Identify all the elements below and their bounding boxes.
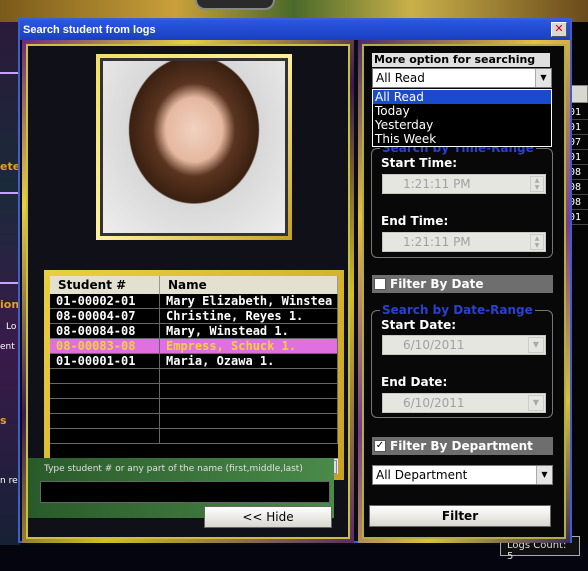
background-fragment: ent [0, 342, 15, 352]
close-icon[interactable]: ✕ [551, 22, 567, 37]
student-number-cell: 08-00004-07 [50, 309, 160, 323]
dropdown-option[interactable]: All Read [373, 90, 551, 104]
student-grid[interactable]: Student # Name 01-00002-01 Mary Elizabeth… [50, 276, 338, 474]
student-photo-frame [96, 54, 292, 240]
table-row[interactable] [50, 429, 338, 444]
hide-button[interactable]: << Hide [204, 506, 332, 528]
start-time-value: 1:21:11 PM [403, 177, 471, 191]
student-number-cell [50, 399, 160, 413]
student-number-cell [50, 369, 160, 383]
table-row[interactable]: 08-00083-08 Empress, Schuck 1. [50, 339, 338, 354]
table-row[interactable] [50, 414, 338, 429]
student-number-cell [50, 429, 160, 443]
dropdown-option[interactable]: Yesterday [373, 118, 551, 132]
start-date-label: Start Date: [381, 318, 457, 332]
dropdown-option[interactable]: Today [373, 104, 551, 118]
student-name-cell: Mary, Winstead 1. [160, 324, 338, 338]
column-header-name[interactable]: Name [160, 276, 338, 294]
table-row[interactable] [50, 384, 338, 399]
grid-header: Student # Name [50, 276, 338, 294]
dialog-title: Search student from logs [23, 24, 156, 36]
student-number-cell: 01-00001-01 [50, 354, 160, 368]
student-photo [100, 58, 288, 236]
chevron-down-icon[interactable]: ▼ [536, 466, 552, 484]
chevron-down-icon[interactable]: ▼ [528, 395, 544, 411]
dropdown-option[interactable]: This Week [373, 132, 551, 146]
background-fragment: Lo [6, 322, 17, 332]
more-options-label: More option for searching [372, 53, 550, 67]
background-left-panel: ete ion Lo ent s n re [0, 22, 20, 571]
checkbox-unchecked-icon[interactable] [374, 278, 386, 290]
student-name-cell: Christine, Reyes 1. [160, 309, 338, 323]
date-range-title: Search by Date-Range [380, 303, 535, 317]
read-filter-value: All Read [376, 71, 425, 85]
student-grid-frame: Student # Name 01-00002-01 Mary Elizabeth… [44, 270, 344, 480]
grid-rows: 01-00002-01 Mary Elizabeth, Winstea 08-000… [50, 294, 338, 444]
end-time-value: 1:21:11 PM [403, 235, 471, 249]
chevron-down-icon[interactable]: ▼ [535, 69, 551, 87]
spinner-icon[interactable]: ▲ ▼ [530, 234, 544, 250]
end-date-label: End Date: [381, 375, 448, 389]
start-date-field[interactable]: 6/10/2011 ▼ [382, 335, 546, 355]
student-number-cell [50, 414, 160, 428]
student-number-cell: 08-00084-08 [50, 324, 160, 338]
filter-by-date-checkbox[interactable]: Filter By Date [372, 275, 553, 293]
table-row[interactable]: 01-00001-01 Maria, Ozawa 1. [50, 354, 338, 369]
column-header-student-number[interactable]: Student # [50, 276, 160, 294]
student-name-cell [160, 384, 338, 398]
start-date-value: 6/10/2011 [403, 338, 465, 352]
background-fragment: n re [0, 476, 18, 486]
dialog-titlebar[interactable]: Search student from logs ✕ [20, 20, 570, 40]
search-input[interactable] [40, 481, 330, 503]
read-filter-select[interactable]: All Read ▼ [372, 68, 552, 88]
filter-by-date-label: Filter By Date [390, 277, 484, 291]
background-divider [0, 282, 20, 284]
chevron-down-icon[interactable]: ▼ [528, 337, 544, 353]
student-name-cell [160, 369, 338, 383]
read-filter-dropdown[interactable]: All Read Today Yesterday This Week [372, 89, 552, 147]
table-row[interactable] [50, 369, 338, 384]
department-select[interactable]: All Department ▼ [372, 465, 553, 485]
checkbox-checked-icon[interactable]: ✓ [374, 440, 386, 452]
end-time-label: End Time: [381, 214, 449, 228]
background-header-ornament [195, 0, 275, 10]
student-name-cell [160, 414, 338, 428]
filter-by-department-checkbox[interactable]: ✓ Filter By Department [372, 437, 553, 455]
filter-button[interactable]: Filter [369, 505, 551, 527]
background-fragment: ion [0, 298, 20, 311]
table-row[interactable] [50, 399, 338, 414]
student-name-cell: Empress, Schuck 1. [160, 339, 338, 353]
table-row[interactable]: 01-00002-01 Mary Elizabeth, Winstea [50, 294, 338, 309]
search-hint: Type student # or any part of the name (… [44, 464, 303, 474]
start-time-field[interactable]: 1:21:11 PM ▲ ▼ [382, 174, 546, 194]
student-number-cell [50, 384, 160, 398]
background-divider [0, 192, 20, 194]
filter-by-department-label: Filter By Department [390, 439, 533, 453]
student-name-cell: Maria, Ozawa 1. [160, 354, 338, 368]
department-value: All Department [376, 468, 468, 482]
end-time-field[interactable]: 1:21:11 PM ▲ ▼ [382, 232, 546, 252]
student-name-cell [160, 429, 338, 443]
student-number-cell: 01-00002-01 [50, 294, 160, 308]
end-date-value: 6/10/2011 [403, 396, 465, 410]
table-row[interactable]: 08-00084-08 Mary, Winstead 1. [50, 324, 338, 339]
student-name-cell [160, 399, 338, 413]
background-divider [0, 72, 20, 74]
student-name-cell: Mary Elizabeth, Winstea [160, 294, 338, 308]
background-fragment: s [0, 414, 7, 427]
student-number-cell: 08-00083-08 [50, 339, 160, 353]
table-row[interactable]: 08-00004-07 Christine, Reyes 1. [50, 309, 338, 324]
end-date-field[interactable]: 6/10/2011 ▼ [382, 393, 546, 413]
spinner-icon[interactable]: ▲ ▼ [530, 176, 544, 192]
start-time-label: Start Time: [381, 156, 458, 170]
